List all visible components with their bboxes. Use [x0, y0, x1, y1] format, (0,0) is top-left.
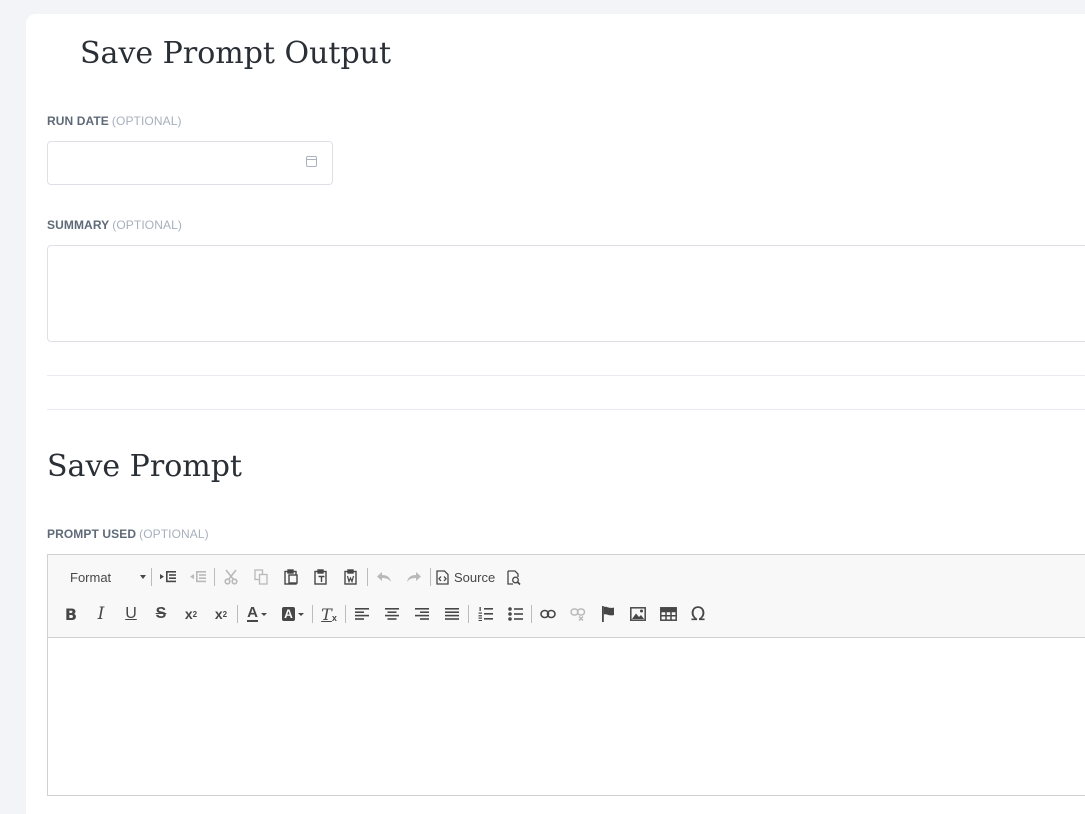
- paste-icon[interactable]: [276, 564, 306, 590]
- toolbar-separator: [367, 568, 368, 586]
- summary-label-text: SUMMARY: [47, 218, 110, 232]
- italic-icon[interactable]: I: [86, 601, 116, 627]
- chevron-down-icon: [140, 575, 146, 579]
- optional-tag: (OPTIONAL): [112, 218, 182, 232]
- summary-label: SUMMARY (OPTIONAL): [47, 218, 182, 232]
- section-title: Save Prompt: [47, 449, 242, 484]
- remove-format-icon[interactable]: Tx: [314, 601, 344, 627]
- summary-textarea[interactable]: [47, 245, 1085, 342]
- superscript-small: 2: [222, 609, 228, 619]
- anchor-icon[interactable]: [593, 601, 623, 627]
- align-center-icon[interactable]: [377, 601, 407, 627]
- prompt-used-label-text: PROMPT USED: [47, 527, 137, 541]
- bulleted-list-icon[interactable]: [500, 601, 530, 627]
- toolbar-separator: [214, 568, 215, 586]
- background-color-icon[interactable]: A: [275, 601, 311, 627]
- source-icon: [436, 569, 449, 585]
- run-date-label-text: RUN DATE: [47, 114, 109, 128]
- cut-icon[interactable]: [216, 564, 246, 590]
- justify-icon[interactable]: [437, 601, 467, 627]
- strikethrough-icon[interactable]: S: [146, 601, 176, 627]
- superscript-base: x: [214, 606, 223, 622]
- numbered-list-icon[interactable]: [470, 601, 500, 627]
- toolbar-separator: [468, 605, 469, 623]
- remove-format-x: x: [331, 613, 337, 623]
- toolbar-separator: [237, 605, 238, 623]
- editor-content-area[interactable]: [48, 638, 1085, 795]
- bold-icon[interactable]: B: [56, 601, 86, 627]
- subscript-small: 2: [192, 609, 198, 619]
- toolbar-row-1: Format Source: [56, 563, 529, 591]
- decrease-indent-icon[interactable]: [183, 564, 213, 590]
- editor-toolbar: Format Source B I U S x 2 x 2 A A T x Ω: [48, 555, 1085, 638]
- text-color-icon[interactable]: A: [239, 601, 275, 627]
- superscript-icon[interactable]: x2: [206, 601, 236, 627]
- copy-icon[interactable]: [246, 564, 276, 590]
- special-character-icon[interactable]: Ω: [683, 601, 713, 627]
- align-right-icon[interactable]: [407, 601, 437, 627]
- format-dropdown[interactable]: Format: [56, 565, 150, 589]
- toolbar-row-2: B I U S x2 x2 A A Tx Ω: [56, 600, 713, 628]
- remove-format-glyph: T: [321, 604, 332, 624]
- source-button[interactable]: Source: [432, 564, 499, 590]
- toolbar-separator: [531, 605, 532, 623]
- toolbar-separator: [345, 605, 346, 623]
- toolbar-separator: [430, 568, 431, 586]
- unlink-icon[interactable]: [563, 601, 593, 627]
- subscript-icon[interactable]: x2: [176, 601, 206, 627]
- image-icon[interactable]: [623, 601, 653, 627]
- rich-text-editor: Format Source B I U S x 2 x 2 A A T x Ω: [47, 554, 1085, 796]
- format-dropdown-label: Format: [70, 569, 112, 585]
- toolbar-separator: [151, 568, 152, 586]
- optional-tag: (OPTIONAL): [139, 527, 209, 541]
- optional-tag: (OPTIONAL): [111, 114, 182, 128]
- paste-from-word-icon[interactable]: [336, 564, 366, 590]
- divider: [47, 409, 1085, 410]
- subscript-base: x: [184, 606, 193, 622]
- redo-icon[interactable]: [399, 564, 429, 590]
- divider: [47, 375, 1085, 376]
- table-icon[interactable]: [653, 601, 683, 627]
- page-title: Save Prompt Output: [80, 36, 392, 71]
- paste-text-icon[interactable]: [306, 564, 336, 590]
- source-button-label: Source: [454, 569, 496, 585]
- toolbar-separator: [312, 605, 313, 623]
- chevron-down-icon: [297, 612, 304, 616]
- chevron-down-icon: [260, 612, 267, 616]
- undo-icon[interactable]: [369, 564, 399, 590]
- run-date-label: RUN DATE (OPTIONAL): [47, 114, 182, 128]
- increase-indent-icon[interactable]: [153, 564, 183, 590]
- link-icon[interactable]: [533, 601, 563, 627]
- calendar-icon[interactable]: [306, 156, 317, 167]
- preview-icon[interactable]: [499, 564, 529, 590]
- underline-icon[interactable]: U: [116, 601, 146, 627]
- background-color-glyph: A: [282, 607, 295, 621]
- prompt-used-label: PROMPT USED (OPTIONAL): [47, 527, 209, 541]
- run-date-input[interactable]: [47, 141, 333, 185]
- text-color-glyph: A: [247, 604, 258, 622]
- align-left-icon[interactable]: [347, 601, 377, 627]
